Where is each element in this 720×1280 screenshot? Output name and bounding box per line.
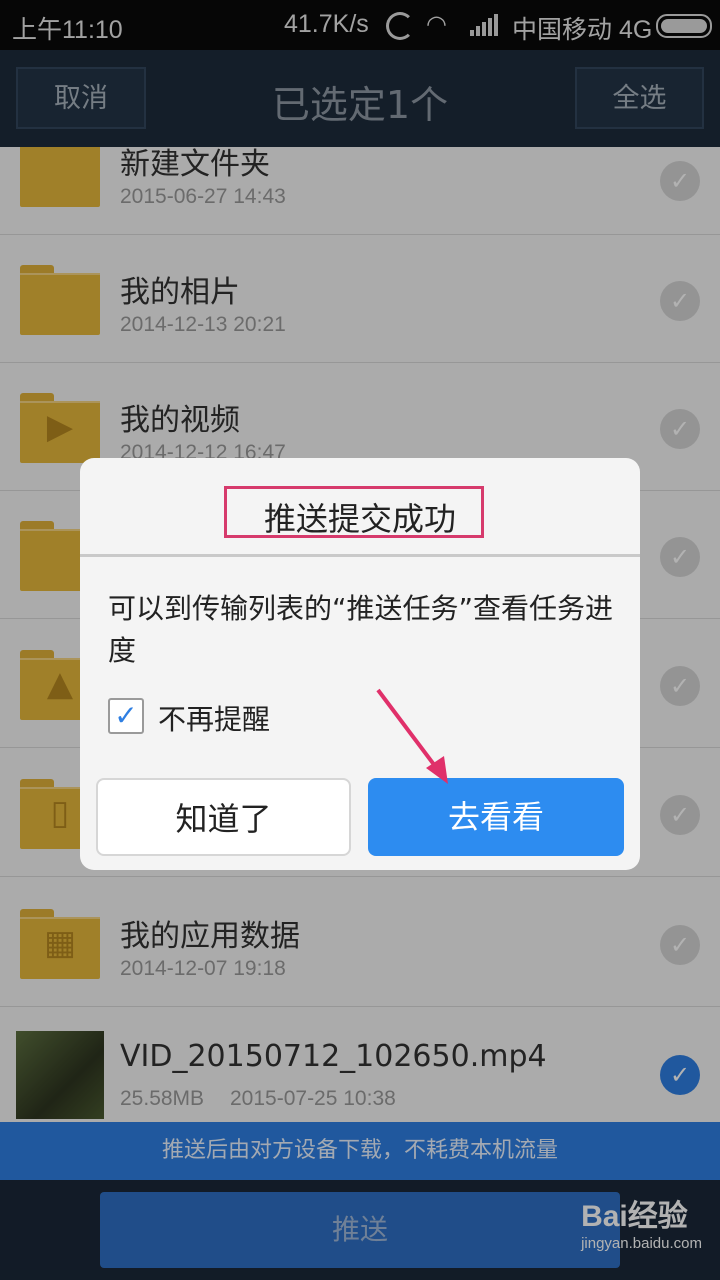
dont-remind-checkbox[interactable]: ✓ (108, 698, 144, 734)
push-success-dialog: 推送提交成功 可以到传输列表的“推送任务”查看任务进度 ✓ 不再提醒 知道了 去… (80, 458, 640, 870)
got-it-button[interactable]: 知道了 (96, 778, 351, 856)
dialog-divider (80, 554, 640, 557)
dialog-message: 可以到传输列表的“推送任务”查看任务进度 (108, 592, 614, 667)
dont-remind-label[interactable]: 不再提醒 (158, 698, 270, 738)
go-view-button[interactable]: 去看看 (368, 778, 624, 856)
dialog-title: 推送提交成功 (263, 500, 456, 538)
